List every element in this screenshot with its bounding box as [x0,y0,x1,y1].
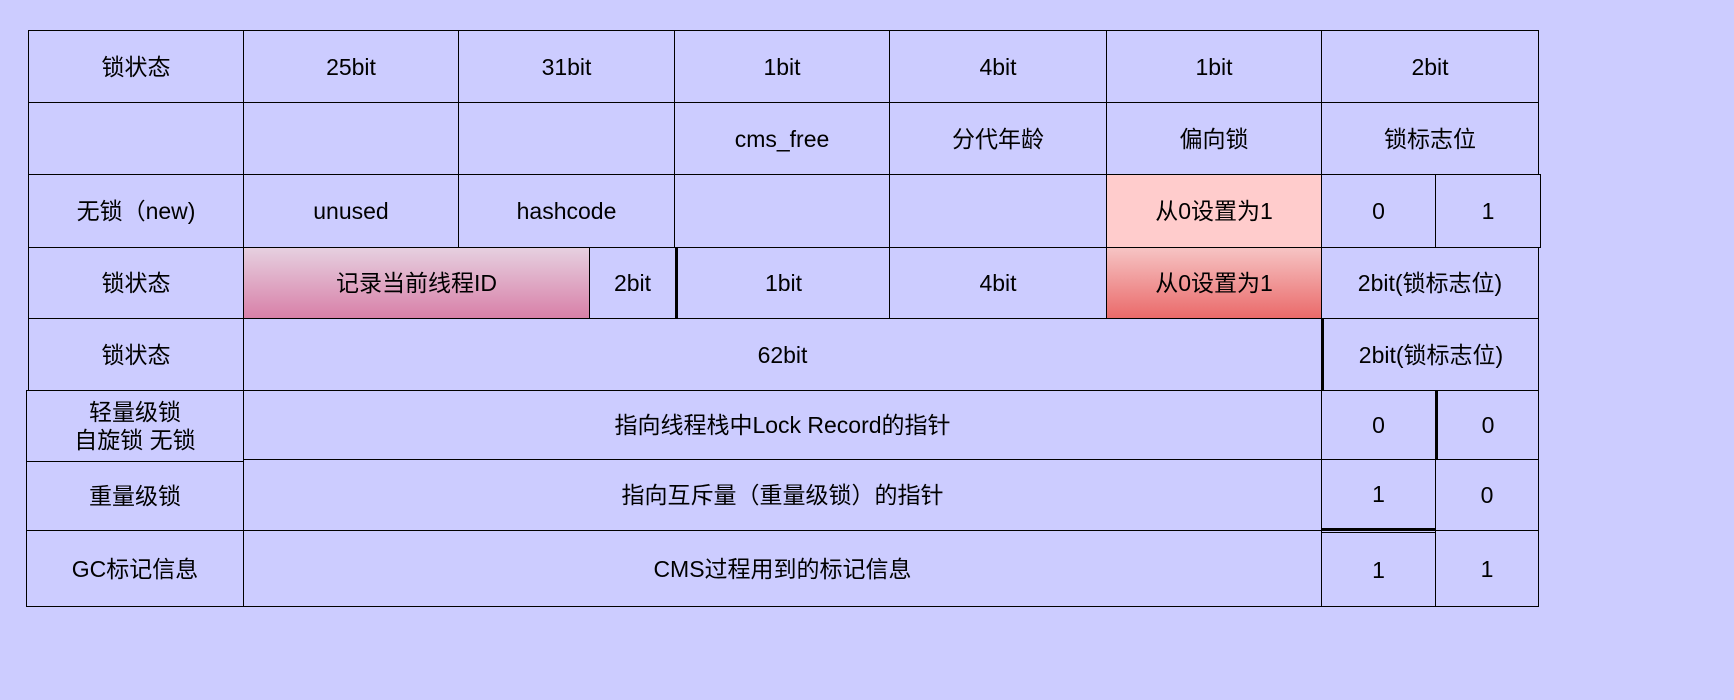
row7-flag-0: 0 [1435,459,1539,531]
row3-empty-a [674,174,890,248]
row7-pointer: 指向互斥量（重量级锁）的指针 [243,459,1322,531]
row4-2bit: 2bit [589,247,676,319]
row6-pointer: 指向线程栈中Lock Record的指针 [243,390,1322,460]
row6-flag-0a: 0 [1321,390,1436,460]
row7-label: 重量级锁 [26,461,244,531]
row2-lock-flag: 锁标志位 [1321,102,1539,175]
row4-biased-set: 从0设置为1 [1106,247,1322,319]
row1-25bit: 25bit [243,30,459,103]
row7-flag-1: 1 [1321,459,1436,531]
mark-word-diagram: 锁状态 25bit 31bit 1bit 4bit 1bit 2bit cms_… [0,0,1734,700]
row3-biased-set: 从0设置为1 [1106,174,1322,248]
row8-cms: CMS过程用到的标记信息 [243,530,1322,607]
row1-1bit-b: 1bit [1106,30,1322,103]
row1-31bit: 31bit [458,30,675,103]
row3-hashcode: hashcode [458,174,675,248]
row2-empty-a [243,102,459,175]
row3-label: 无锁（new) [28,174,244,248]
row8-label: GC标记信息 [26,530,244,607]
row4-1bit: 1bit [675,247,890,319]
row5-label: 锁状态 [28,318,244,391]
row1-1bit-a: 1bit [674,30,890,103]
row4-thread-id: 记录当前线程ID [243,247,590,319]
row3-empty-b [889,174,1107,248]
row2-cms-free: cms_free [674,102,890,175]
row1-4bit: 4bit [889,30,1107,103]
row2-label [28,102,244,175]
row2-empty-b [458,102,675,175]
row2-age: 分代年龄 [889,102,1107,175]
row2-biased: 偏向锁 [1106,102,1322,175]
row3-flag-0: 0 [1321,174,1436,248]
row4-4bit: 4bit [889,247,1107,319]
row6-flag-0b: 0 [1435,390,1539,460]
row4-label: 锁状态 [28,247,244,319]
row3-flag-1: 1 [1435,174,1541,248]
row8-flag-1b: 1 [1435,530,1539,607]
row3-unused: unused [243,174,459,248]
row6-label: 轻量级锁 自旋锁 无锁 [26,390,244,462]
row4-lock-flag: 2bit(锁标志位) [1321,247,1539,319]
row1-label: 锁状态 [28,30,244,103]
row5-62bit: 62bit [243,318,1322,391]
row5-lock-flag: 2bit(锁标志位) [1321,318,1539,391]
row8-flag-1a: 1 [1321,532,1436,607]
row1-2bit: 2bit [1321,30,1539,103]
